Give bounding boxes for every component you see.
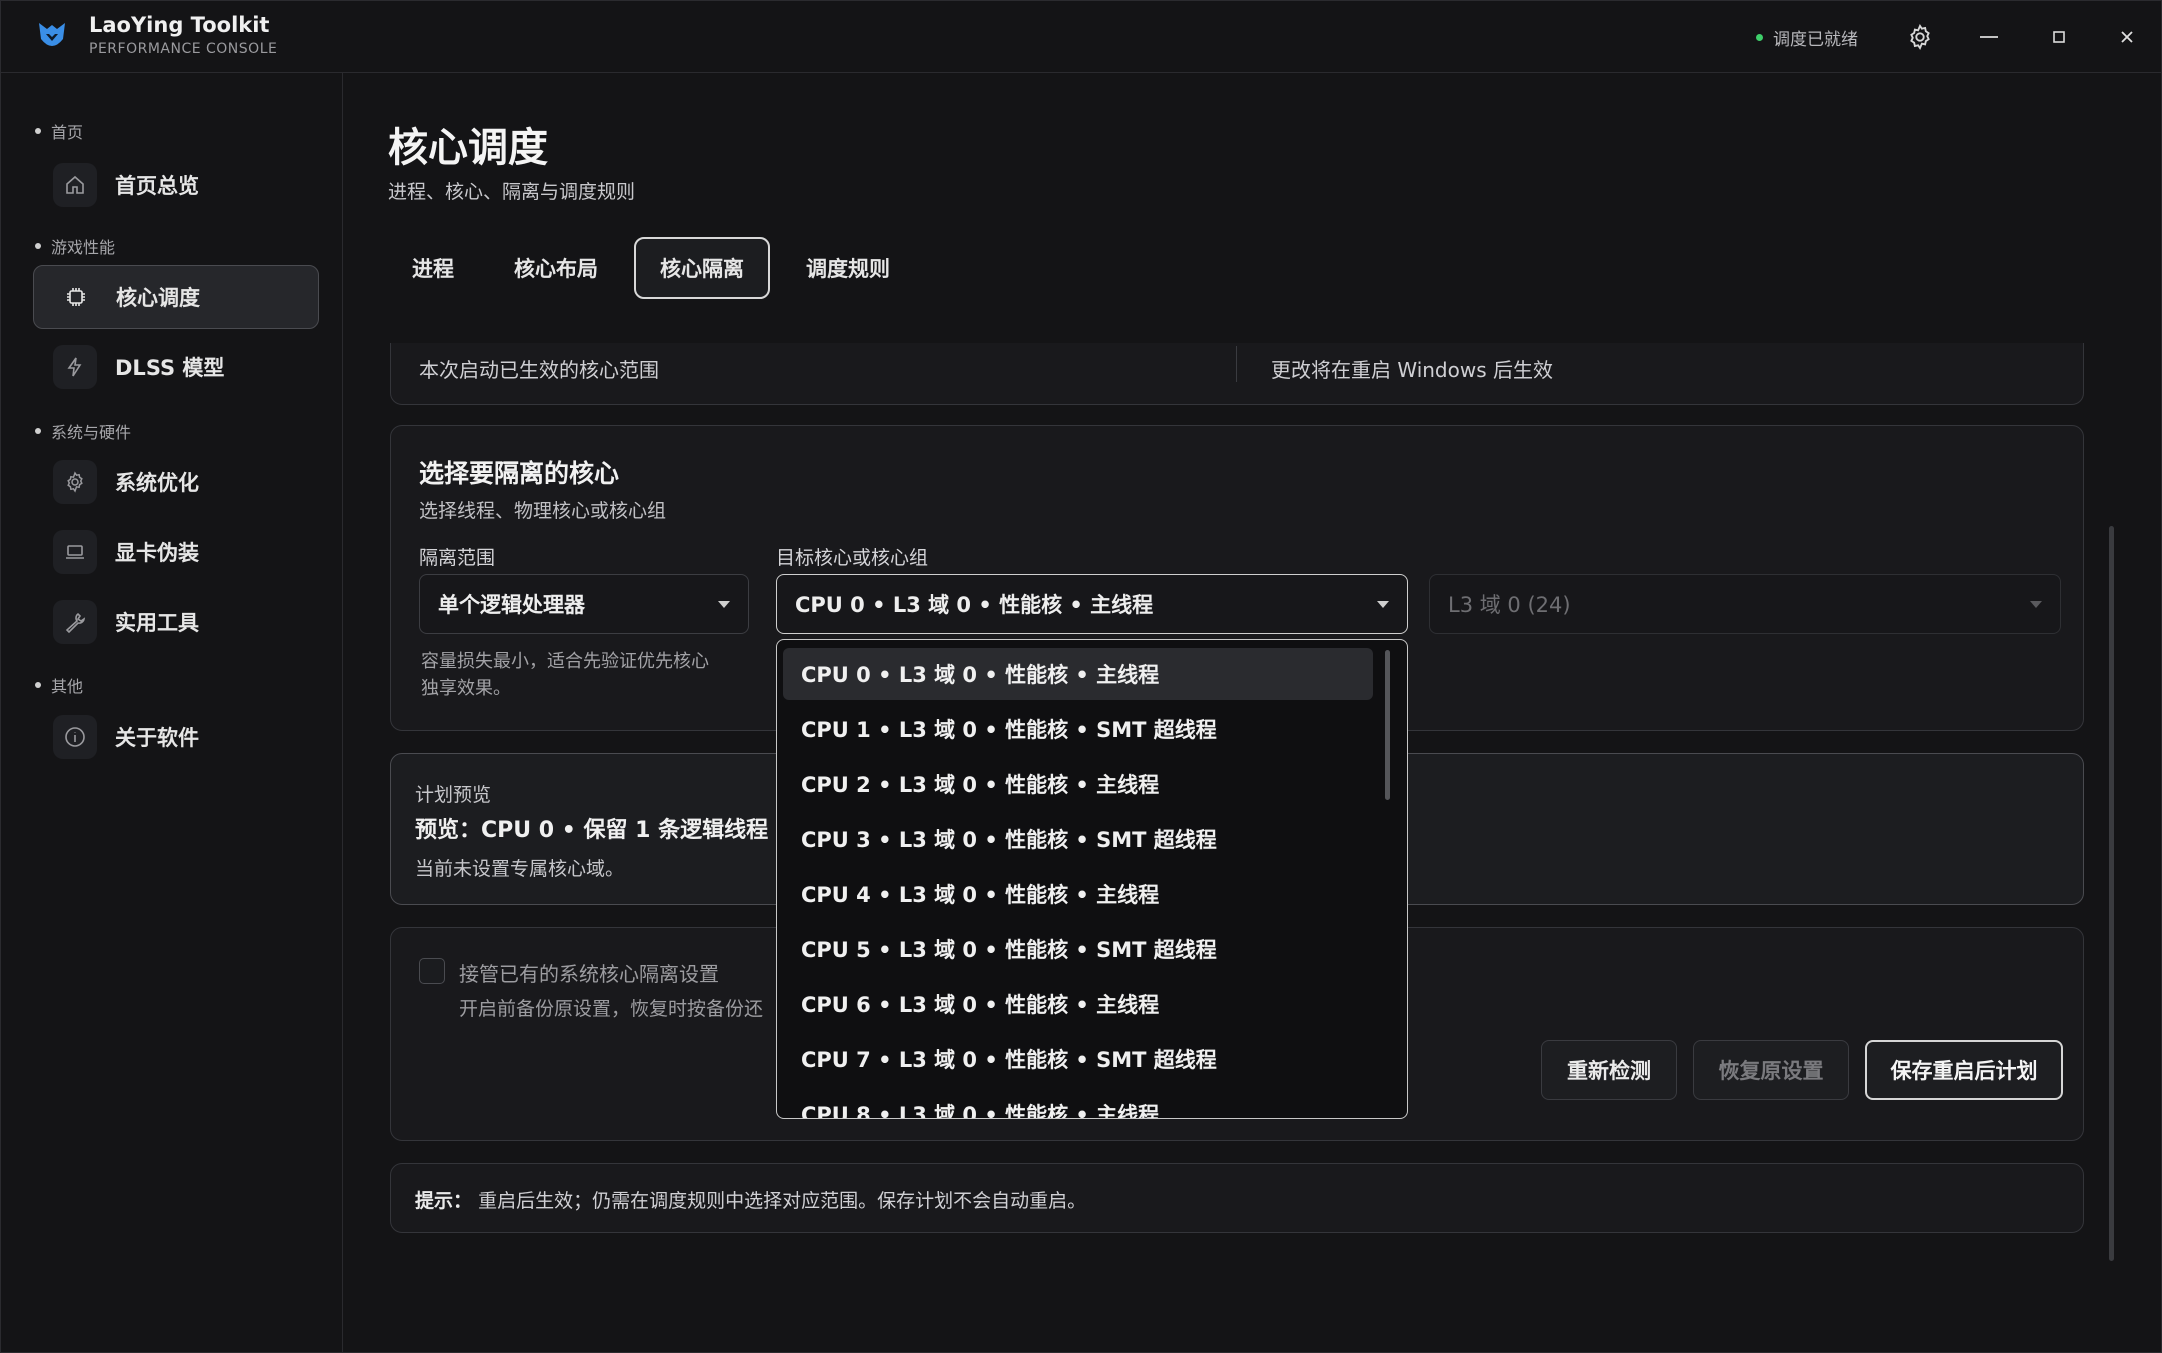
tab-bar: 进程 核心布局 核心隔离 调度规则 — [388, 237, 926, 299]
title-bar: LaoYing Toolkit PERFORMANCE CONSOLE 调度已就… — [1, 1, 2161, 73]
status-indicator: 调度已就绪 — [1756, 25, 1858, 50]
sidebar-section-other: 其他 — [35, 673, 83, 697]
status-divider — [1236, 346, 1237, 382]
target-select-value: CPU 0 • L3 域 0 • 性能核 • 主线程 — [795, 593, 1154, 617]
wrench-icon — [53, 600, 97, 644]
tab-core-isolation[interactable]: 核心隔离 — [634, 237, 770, 299]
maximize-icon — [2053, 31, 2065, 43]
close-button[interactable] — [2109, 19, 2145, 55]
tab-scheduling-rules[interactable]: 调度规则 — [782, 237, 914, 299]
dropdown-option[interactable]: CPU 1 • L3 域 0 • 性能核 • SMT 超线程 — [783, 703, 1373, 755]
status-dot-icon — [1756, 34, 1763, 41]
save-plan-button[interactable]: 保存重启后计划 — [1865, 1040, 2063, 1100]
takeover-label: 接管已有的系统核心隔离设置 — [459, 962, 719, 986]
status-text: 调度已就绪 — [1773, 30, 1858, 50]
sidebar-section-home: 首页 — [35, 119, 83, 143]
sidebar-item-system-optimize[interactable]: 系统优化 — [33, 450, 319, 514]
app-logo-icon — [39, 23, 65, 46]
scope-label: 隔离范围 — [419, 547, 496, 569]
sidebar-section-gaming: 游戏性能 — [35, 234, 115, 258]
dropdown-option[interactable]: CPU 4 • L3 域 0 • 性能核 • 主线程 — [783, 868, 1373, 920]
sidebar-item-about[interactable]: 关于软件 — [33, 705, 319, 769]
sidebar-item-dlss[interactable]: DLSS 模型 — [33, 335, 319, 399]
sidebar-item-core-scheduling[interactable]: 核心调度 — [33, 265, 319, 329]
dropdown-option[interactable]: CPU 3 • L3 域 0 • 性能核 • SMT 超线程 — [783, 813, 1373, 865]
sidebar-item-label: DLSS 模型 — [115, 356, 225, 380]
app-name: LaoYing Toolkit — [89, 13, 270, 37]
page-subtitle: 进程、核心、隔离与调度规则 — [388, 181, 636, 203]
sidebar: 首页 首页总览 游戏性能 核心调度 DLSS 模型 系统与硬件 系统优化 显卡伪… — [1, 73, 343, 1352]
tip-body: 重启后生效；仍需在调度规则中选择对应范围。保存计划不会自动重启。 — [478, 1190, 1087, 1212]
scope-hint: 容量损失最小，适合先验证优先核心 独享效果。 — [421, 648, 709, 702]
takeover-description: 开启前备份原设置，恢复时按备份还 — [459, 998, 764, 1020]
sidebar-item-tools[interactable]: 实用工具 — [33, 590, 319, 654]
scope-select-value: 单个逻辑处理器 — [438, 593, 585, 617]
l3-domain-select: L3 域 0 (24) — [1429, 574, 2061, 634]
plan-note: 当前未设置专属核心域。 — [415, 858, 625, 880]
sidebar-item-label: 首页总览 — [115, 174, 199, 198]
close-icon — [2121, 31, 2133, 43]
target-core-dropdown[interactable]: CPU 0 • L3 域 0 • 性能核 • 主线程 CPU 1 • L3 域 … — [776, 639, 1408, 1119]
laptop-icon — [53, 530, 97, 574]
takeover-checkbox[interactable] — [419, 958, 445, 984]
chevron-down-icon — [2030, 601, 2042, 608]
domain-select-value: L3 域 0 (24) — [1448, 593, 1571, 617]
target-core-select[interactable]: CPU 0 • L3 域 0 • 性能核 • 主线程 — [776, 574, 1408, 634]
chevron-down-icon — [718, 601, 730, 608]
gear-icon — [53, 460, 97, 504]
status-current-range: 本次启动已生效的核心范围 — [419, 358, 659, 382]
sidebar-item-label: 实用工具 — [115, 611, 199, 635]
cpu-chip-icon — [54, 275, 98, 319]
tab-processes[interactable]: 进程 — [388, 237, 478, 299]
minimize-button[interactable] — [1971, 19, 2007, 55]
sidebar-item-label: 系统优化 — [115, 471, 199, 495]
dropdown-option[interactable]: CPU 7 • L3 域 0 • 性能核 • SMT 超线程 — [783, 1033, 1373, 1085]
minimize-icon — [1980, 36, 1998, 38]
dropdown-option[interactable]: CPU 2 • L3 域 0 • 性能核 • 主线程 — [783, 758, 1373, 810]
dropdown-option[interactable]: CPU 8 • L3 域 0 • 性能核 • 主线程 — [783, 1088, 1373, 1118]
settings-button[interactable] — [1902, 19, 1938, 55]
sidebar-item-label: 核心调度 — [116, 286, 200, 310]
dropdown-option[interactable]: CPU 5 • L3 域 0 • 性能核 • SMT 超线程 — [783, 923, 1373, 975]
redetect-button[interactable]: 重新检测 — [1541, 1040, 1677, 1100]
app-subtitle: PERFORMANCE CONSOLE — [89, 41, 278, 57]
app-window: LaoYing Toolkit PERFORMANCE CONSOLE 调度已就… — [0, 0, 2162, 1353]
tip-prefix: 提示： — [415, 1190, 473, 1212]
sidebar-item-gpu-spoof[interactable]: 显卡伪装 — [33, 520, 319, 584]
plan-preview-text: 预览：CPU 0 • 保留 1 条逻辑线程 • — [415, 818, 790, 843]
scope-select[interactable]: 单个逻辑处理器 — [419, 574, 749, 634]
info-icon — [53, 715, 97, 759]
target-label: 目标核心或核心组 — [776, 547, 929, 569]
tip-text: 提示： 重启后生效；仍需在调度规则中选择对应范围。保存计划不会自动重启。 — [415, 1186, 1086, 1213]
maximize-button[interactable] — [2041, 19, 2077, 55]
isolation-subtitle: 选择线程、物理核心或核心组 — [419, 500, 667, 522]
dropdown-scrollbar[interactable] — [1385, 650, 1390, 800]
sidebar-item-label: 显卡伪装 — [115, 541, 199, 565]
dropdown-option[interactable]: CPU 0 • L3 域 0 • 性能核 • 主线程 — [783, 648, 1373, 700]
chevron-down-icon — [1377, 601, 1389, 608]
tab-core-layout[interactable]: 核心布局 — [490, 237, 622, 299]
scope-hint-line: 容量损失最小，适合先验证优先核心 — [421, 651, 709, 672]
page-title: 核心调度 — [388, 125, 548, 171]
isolation-title: 选择要隔离的核心 — [419, 459, 620, 488]
dropdown-option[interactable]: CPU 6 • L3 域 0 • 性能核 • 主线程 — [783, 978, 1373, 1030]
gear-icon — [1910, 23, 1930, 51]
sidebar-section-system: 系统与硬件 — [35, 419, 131, 443]
restore-button[interactable]: 恢复原设置 — [1693, 1040, 1849, 1100]
sidebar-item-label: 关于软件 — [115, 726, 199, 750]
sidebar-item-home[interactable]: 首页总览 — [33, 153, 319, 217]
page-scrollbar[interactable] — [2109, 526, 2114, 1261]
status-card: 本次启动已生效的核心范围 更改将在重启 Windows 后生效 — [390, 343, 2084, 405]
status-pending-note: 更改将在重启 Windows 后生效 — [1271, 358, 1553, 382]
tip-card: 提示： 重启后生效；仍需在调度规则中选择对应范围。保存计划不会自动重启。 — [390, 1163, 2084, 1233]
plan-label: 计划预览 — [415, 784, 492, 806]
scope-hint-line: 独享效果。 — [421, 678, 511, 699]
home-icon — [53, 163, 97, 207]
lightning-icon — [53, 345, 97, 389]
